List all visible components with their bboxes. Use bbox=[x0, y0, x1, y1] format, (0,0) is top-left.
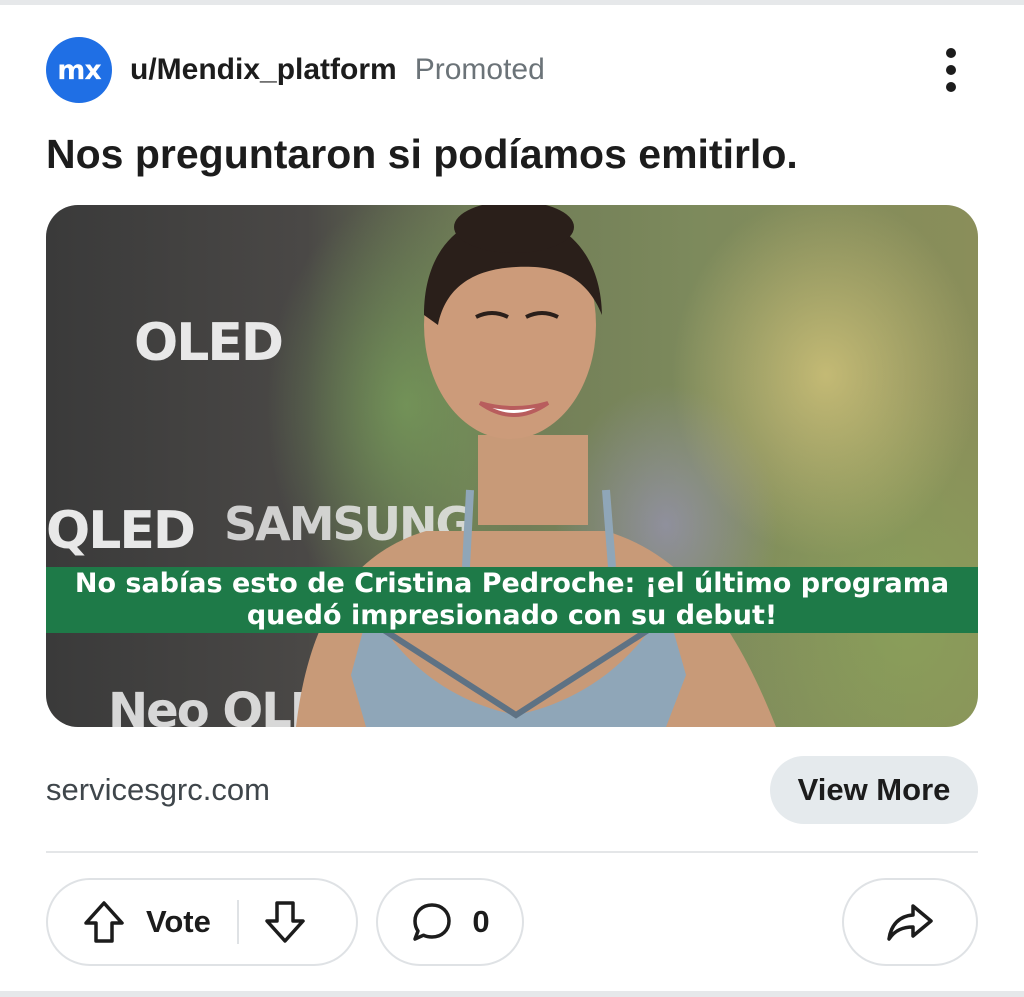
vote-pill: Vote bbox=[46, 878, 358, 966]
banner-line-2: quedó impresionado con su debut! bbox=[246, 600, 778, 631]
bottom-divider bbox=[0, 991, 1024, 997]
downvote-arrow-icon[interactable] bbox=[263, 899, 307, 945]
share-button[interactable] bbox=[842, 878, 978, 966]
person-photo bbox=[296, 205, 776, 727]
top-divider bbox=[0, 0, 1024, 5]
promoted-label: Promoted bbox=[414, 53, 545, 86]
banner-line-1: No sabías esto de Cristina Pedroche: ¡el… bbox=[74, 568, 950, 599]
share-arrow-icon bbox=[885, 900, 935, 944]
post-author[interactable]: u/Mendix_platform bbox=[130, 53, 397, 87]
post-actions-bar: Vote 0 bbox=[46, 878, 978, 968]
post-header: mx u/Mendix_platform Promoted bbox=[46, 36, 980, 104]
comment-count: 0 bbox=[472, 904, 490, 939]
ad-image[interactable]: OLED QLED SAMSUNG Neo QLED No sabías est… bbox=[46, 205, 978, 727]
more-vertical-icon[interactable] bbox=[936, 42, 966, 98]
upvote-arrow-icon[interactable] bbox=[82, 899, 126, 945]
view-more-button[interactable]: View More bbox=[770, 756, 978, 824]
cta-row: servicesgrc.com View More bbox=[46, 755, 978, 825]
comment-button[interactable]: 0 bbox=[376, 878, 524, 966]
vote-label: Vote bbox=[146, 904, 211, 939]
divider bbox=[46, 851, 978, 853]
ad-domain-link[interactable]: servicesgrc.com bbox=[46, 772, 270, 808]
comment-bubble-icon bbox=[410, 900, 454, 944]
mendix-logo-icon[interactable]: mx bbox=[46, 37, 112, 103]
post-title[interactable]: Nos preguntaron si podíamos emitirlo. bbox=[46, 128, 976, 180]
image-caption-banner: No sabías esto de Cristina Pedroche: ¡el… bbox=[46, 567, 978, 633]
vote-divider bbox=[236, 900, 239, 944]
